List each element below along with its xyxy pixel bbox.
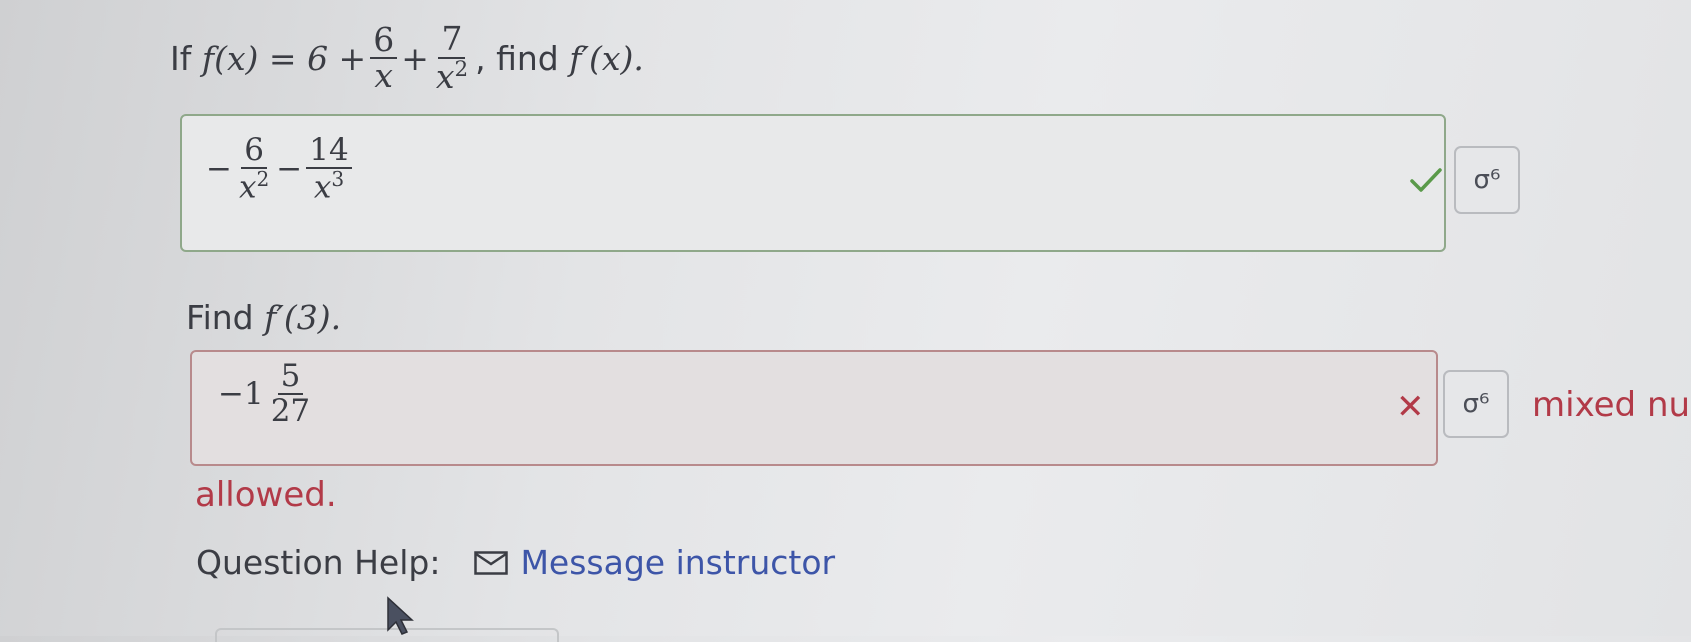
- fraction-denominator-base: x: [238, 168, 257, 205]
- fraction-numerator: 6: [370, 22, 398, 60]
- question-1-suffix-text: , find: [475, 38, 559, 78]
- answer-2-input[interactable]: [190, 350, 1438, 466]
- message-instructor-link[interactable]: Message instructor: [520, 543, 835, 582]
- incorrect-x-icon: ✕: [1396, 387, 1425, 427]
- fraction-denominator-exponent: 2: [454, 56, 469, 82]
- answer-1-fraction-2: 14 x3: [306, 134, 352, 205]
- key-symbol-button[interactable]: σ⁶: [1443, 370, 1509, 438]
- key-symbol-icon: σ⁶: [1462, 389, 1490, 419]
- fraction-denominator: x2: [433, 56, 471, 96]
- question-1-fraction-2: 7 x2: [433, 21, 471, 96]
- fraction-denominator-base: x: [313, 168, 332, 205]
- mouse-cursor-icon: [387, 596, 414, 635]
- question-help-label: Question Help:: [196, 543, 441, 582]
- question-1-fraction-1: 6 x: [370, 22, 398, 96]
- minus-sign: −: [206, 150, 232, 187]
- question-1-prefix: If: [170, 38, 192, 78]
- error-message-start: mixed nu: [1532, 385, 1691, 425]
- question-1-function: f(x) = 6 +: [201, 38, 367, 78]
- fraction-denominator-exponent: 2: [256, 166, 270, 191]
- fraction-denominator: 27: [270, 392, 311, 429]
- question-1-suffix-math: f′(x).: [569, 38, 644, 78]
- fraction-numerator: 14: [306, 134, 352, 169]
- fraction-numerator: 7: [438, 21, 466, 59]
- mixed-number-whole: −1: [218, 375, 264, 412]
- question-2-prompt: Find f′(3).: [186, 298, 341, 337]
- error-message-end: allowed.: [195, 475, 337, 515]
- minus-sign: −: [276, 150, 303, 187]
- answer-1-fraction-1: 6 x2: [236, 134, 272, 203]
- answer-1-value: − 6 x2 − 14 x3: [206, 134, 356, 203]
- mail-icon[interactable]: [474, 550, 509, 575]
- key-symbol-button[interactable]: σ⁶: [1454, 146, 1520, 214]
- fraction-denominator: x3: [311, 166, 347, 205]
- answer-1-input[interactable]: [180, 114, 1446, 252]
- fraction-denominator-exponent: 3: [331, 166, 345, 191]
- question-help: Question Help: Message instructor: [196, 543, 835, 582]
- fraction-denominator: x2: [236, 166, 272, 205]
- fraction-numerator: 5: [277, 360, 304, 395]
- fraction-denominator-base: x: [435, 56, 455, 96]
- checkmark-icon: [1410, 168, 1442, 192]
- answer-2-value: −1 5 27: [218, 360, 317, 427]
- question-1-prompt: If f(x) = 6 + 6 x + 7 x2 , find f′(x).: [170, 21, 644, 96]
- question-2-text: Find: [186, 298, 254, 337]
- question-2-math: f′(3).: [264, 298, 342, 337]
- fraction-numerator: 6: [241, 134, 267, 169]
- fraction-denominator: x: [374, 56, 394, 96]
- key-symbol-icon: σ⁶: [1473, 165, 1501, 195]
- mixed-number-fraction: 5 27: [268, 360, 313, 427]
- plus-sign: +: [401, 38, 429, 78]
